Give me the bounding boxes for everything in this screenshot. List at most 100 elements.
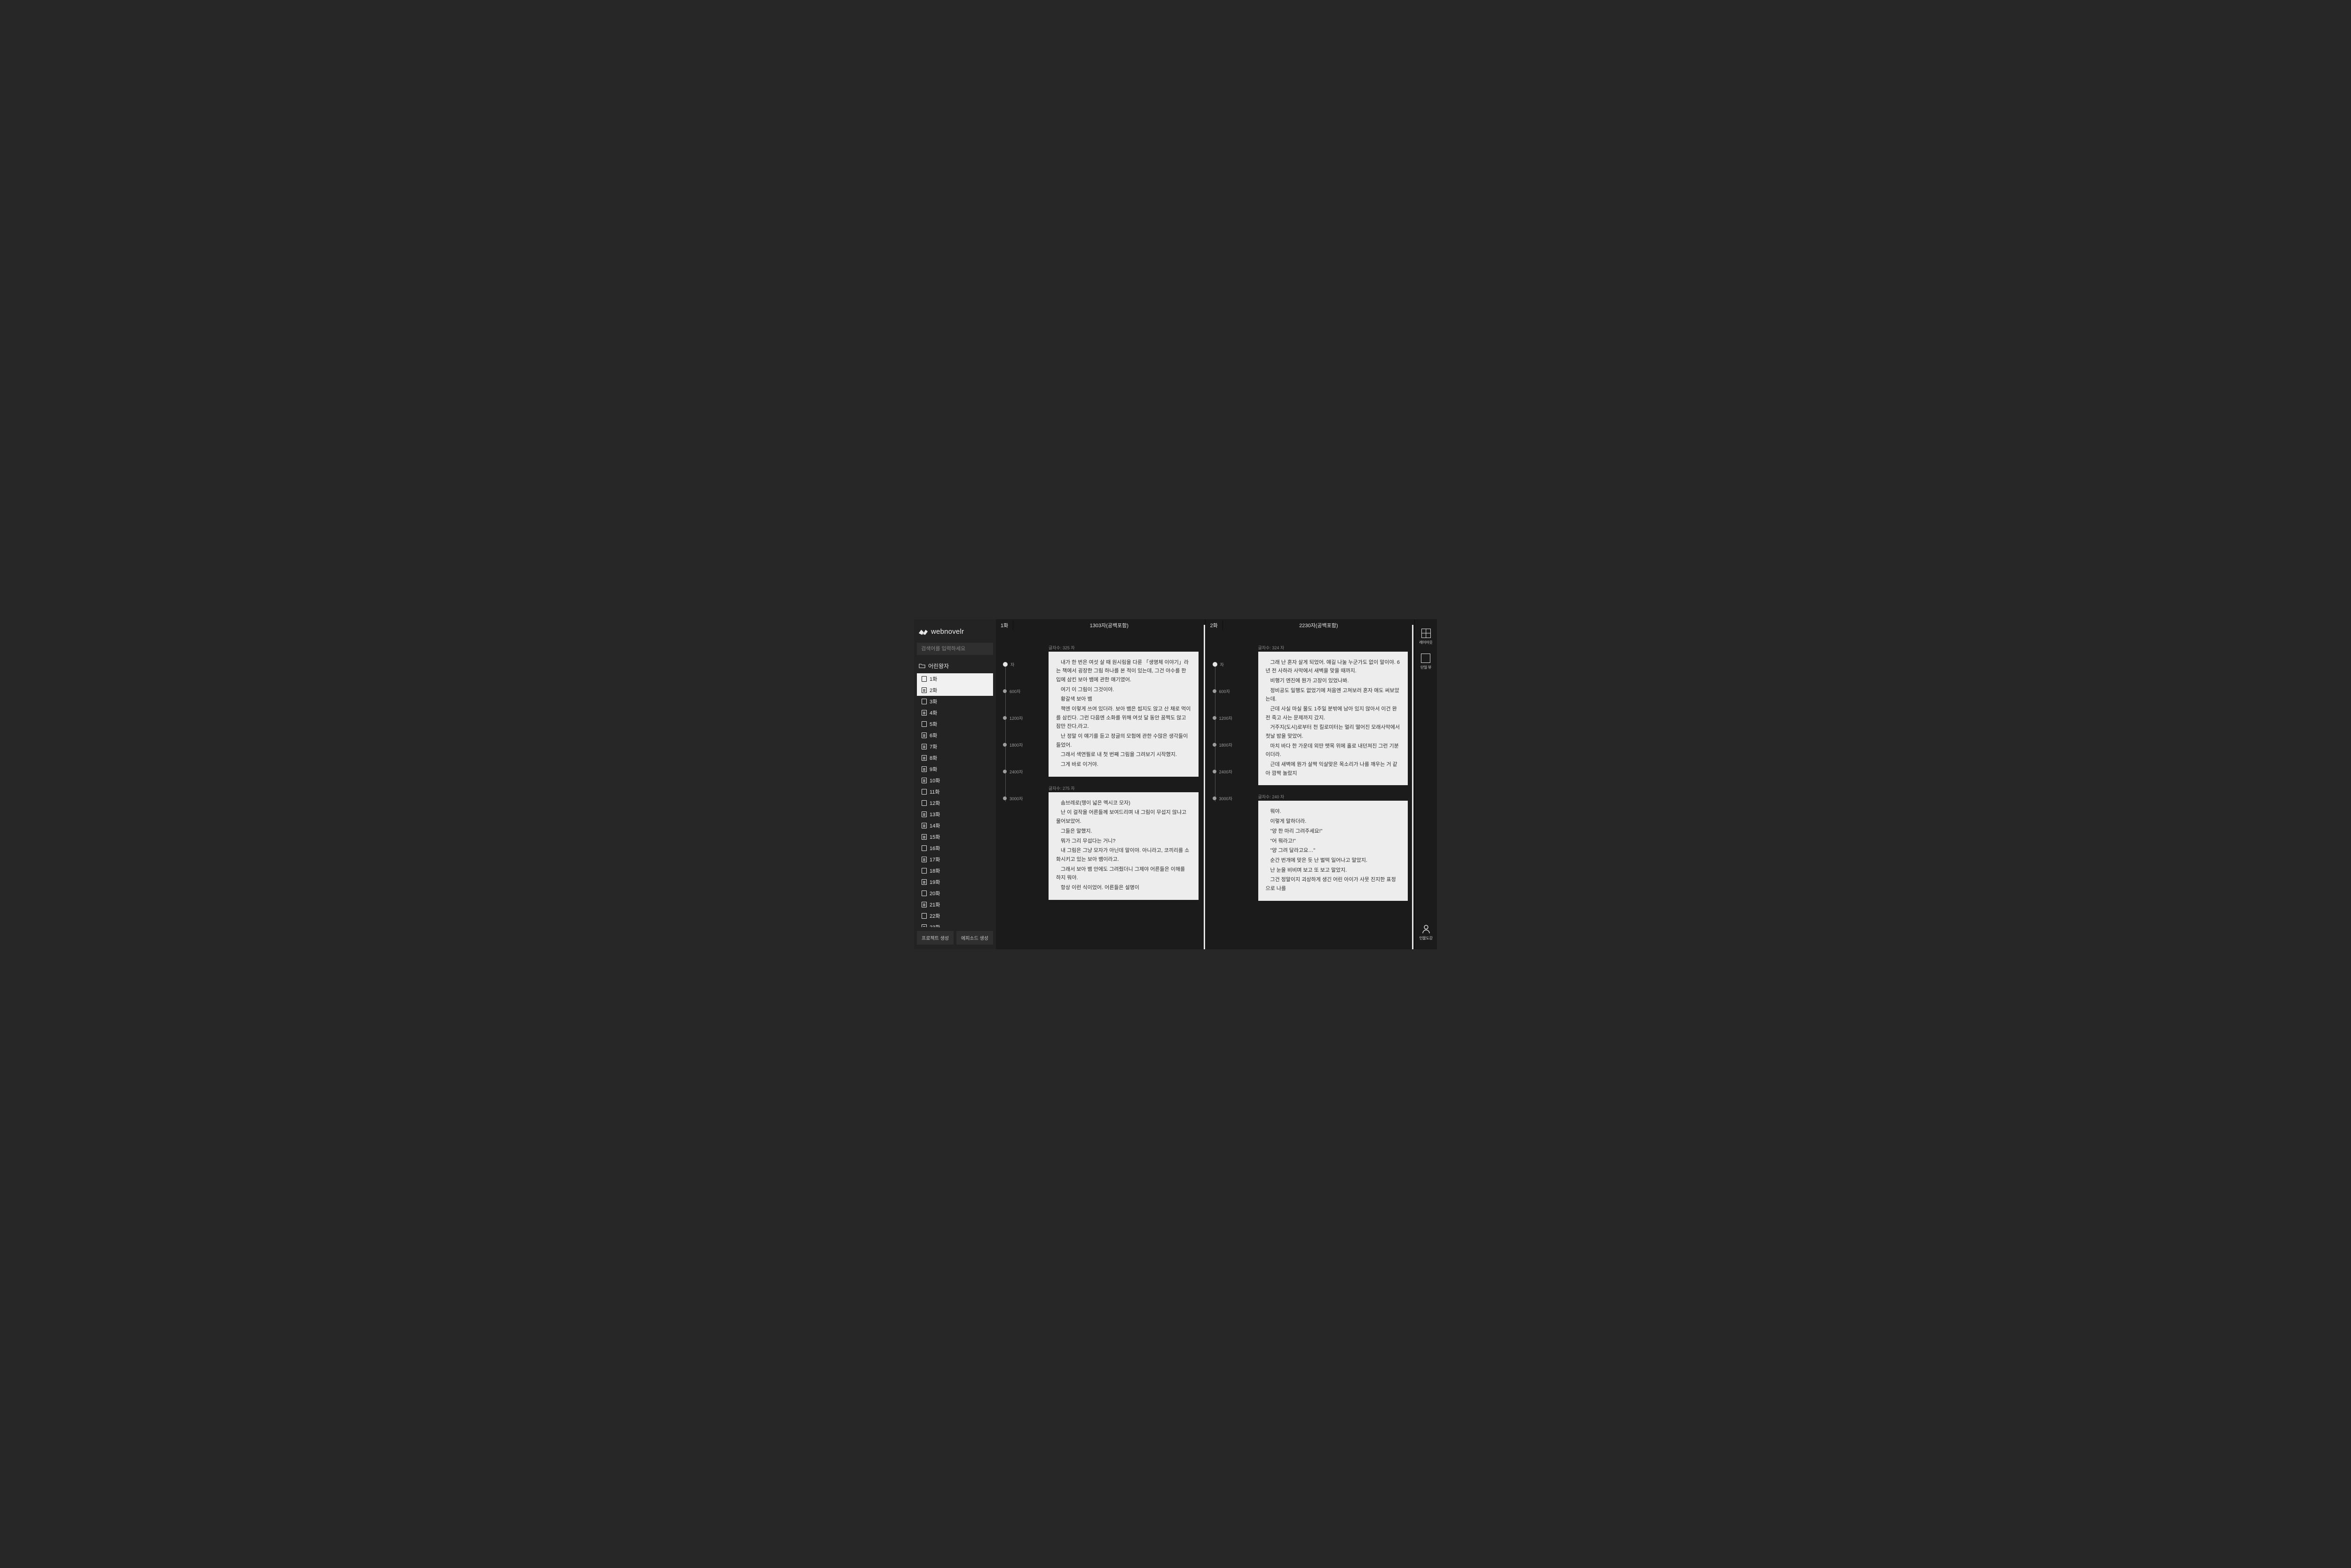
ruler-tick-label: 3000자 [1010, 796, 1023, 802]
card-paragraph: 난 정말 이 얘기를 듣고 정글의 모험에 관한 수많은 생각들이 들었어. [1056, 732, 1191, 749]
layout-button[interactable]: 레이아웃 [1419, 629, 1432, 645]
episode-item[interactable]: 14화 [917, 820, 993, 831]
card-paragraph: 난 눈을 비비며 보고 또 보고 말았지. [1266, 866, 1401, 875]
episode-item[interactable]: 22화 [917, 910, 993, 922]
text-card[interactable]: 솜브레로(챙이 넓은 멕시코 모자)난 이 걸작을 어른들께 보여드리며 내 그… [1049, 792, 1199, 900]
search-input[interactable] [917, 643, 993, 655]
ruler-tick-dot [1003, 743, 1007, 747]
episode-item[interactable]: 2화 [917, 685, 993, 696]
logo-icon [918, 628, 928, 636]
episode-item[interactable]: 12화 [917, 797, 993, 809]
episode-item[interactable]: 21화 [917, 899, 993, 910]
page-icon [922, 676, 927, 682]
card-paragraph: 그건 정말이지 괴상하게 생긴 어린 아이가 사뭇 진지한 표정으로 나를 [1266, 875, 1401, 893]
page-icon [922, 800, 927, 806]
ruler-tick-label: 600자 [1219, 688, 1230, 694]
ruler-tick: 자 [1003, 662, 1014, 668]
people-button[interactable]: 인물도감 [1419, 924, 1432, 941]
column-chip[interactable]: 2화 [1206, 621, 1223, 630]
episode-label: 11화 [930, 788, 940, 796]
card-paragraph: 책엔 이렇게 쓰여 있더라. 보아 뱀은 씹지도 않고 산 채로 먹이를 삼킨다… [1056, 705, 1191, 731]
right-rail: 레이아웃 단일 뷰 인물도감 [1414, 619, 1437, 949]
card-paragraph: 순간 번개에 맞은 듯 난 벌떡 일어나고 말았지. [1266, 856, 1401, 865]
create-episode-button[interactable]: 에피소드 생성 [956, 931, 993, 945]
ruler-tick-label: 1200자 [1219, 715, 1232, 721]
card-paragraph: 항상 이런 식이었어. 어른들은 설명이 [1056, 883, 1191, 892]
editor-columns: 1화1303자(공백포함) 자 600자 1200자 1800자 2400자 3000자 글자… [996, 619, 1414, 949]
episode-label: 10화 [930, 777, 940, 784]
episode-item[interactable]: 8화 [917, 752, 993, 764]
app-window: webnovelr 어린왕자 1화2화3화4화5화6화7화8화9화10화11화1… [914, 619, 1437, 949]
episode-item[interactable]: 7화 [917, 741, 993, 752]
ruler-tick-dot [1003, 770, 1007, 773]
project-title: 어린왕자 [928, 662, 949, 670]
page-icon [922, 845, 927, 851]
project-row[interactable]: 어린왕자 [917, 660, 993, 672]
ruler-tick: 1800자 [1213, 742, 1232, 748]
page-icon [922, 766, 927, 772]
card-paragraph: 비행기 엔진에 뭔가 고장이 있었나봐. [1266, 677, 1401, 686]
ruler-tick-dot [1003, 716, 1007, 720]
page-icon [922, 744, 927, 749]
column-header: 1화1303자(공백포함) [996, 619, 1205, 631]
ruler-tick: 2400자 [1213, 769, 1232, 775]
episode-item[interactable]: 23화 [917, 922, 993, 927]
card-paragraph: 뭐야. [1266, 807, 1401, 816]
card-paragraph: 그들은 말했지. [1056, 827, 1191, 836]
column-chip[interactable]: 1화 [996, 621, 1013, 630]
card-paragraph: 거주지(도시)로부터 천 킬로미터는 멀리 떨어진 모래사막에서 첫날 밤을 맞… [1266, 723, 1401, 741]
text-card[interactable]: 뭐야.이렇게 말하더라."양 한 마리 그려주세요!""어 뭐라고!""양 그려… [1258, 801, 1408, 900]
ruler-tick: 1200자 [1213, 715, 1232, 721]
ruler-tick-label: 1800자 [1010, 742, 1023, 748]
single-view-button[interactable]: 단일 뷰 [1420, 654, 1431, 670]
card-paragraph: "양 그려 달라고요…" [1266, 846, 1401, 855]
episode-label: 4화 [930, 709, 937, 717]
column-char-count: 1303자(공백포함) [1013, 621, 1205, 630]
episode-item[interactable]: 6화 [917, 730, 993, 741]
ruler-tick: 1800자 [1003, 742, 1023, 748]
episode-label: 19화 [930, 878, 940, 886]
ruler-tick-label: 1200자 [1010, 715, 1023, 721]
page-icon [922, 789, 927, 795]
scrollbar[interactable] [1412, 625, 1413, 949]
card-paragraph: 그래서 보아 뱀 안에도 그려줬더니 그제야 어른들은 이해를 하지 뭐야. [1056, 865, 1191, 882]
episode-label: 12화 [930, 799, 940, 807]
card-paragraph: "양 한 마리 그려주세요!" [1266, 827, 1401, 836]
episode-item[interactable]: 16화 [917, 843, 993, 854]
ruler-tick-label: 2400자 [1219, 769, 1232, 775]
episode-item[interactable]: 4화 [917, 707, 993, 718]
ruler-tick-label: 3000자 [1219, 796, 1232, 802]
episode-item[interactable]: 13화 [917, 809, 993, 820]
episode-item[interactable]: 10화 [917, 775, 993, 786]
episode-label: 18화 [930, 867, 940, 875]
episode-item[interactable]: 18화 [917, 865, 993, 876]
text-card[interactable]: 내가 한 번은 여섯 살 때 원시림을 다룬 「생명체 이야기」라는 책에서 굉… [1049, 652, 1199, 777]
episode-label: 9화 [930, 765, 937, 773]
episode-item[interactable]: 20화 [917, 888, 993, 899]
episode-item[interactable]: 5화 [917, 718, 993, 730]
page-icon [922, 823, 927, 828]
ruler-tick-dot [1213, 743, 1216, 747]
grid-layout-icon [1421, 629, 1431, 638]
card-paragraph: "어 뭐라고!" [1266, 837, 1401, 846]
episode-item[interactable]: 15화 [917, 831, 993, 843]
ruler-tick: 3000자 [1003, 796, 1023, 802]
card-char-count: 글자수: 275 자 [1049, 785, 1199, 791]
page-icon [922, 699, 927, 704]
create-project-button[interactable]: 프로젝트 생성 [917, 931, 954, 945]
logo: webnovelr [917, 628, 993, 636]
layout-label: 레이아웃 [1419, 640, 1432, 645]
episode-item[interactable]: 1화 [917, 673, 993, 685]
episode-item[interactable]: 3화 [917, 696, 993, 707]
text-card[interactable]: 그래 난 혼자 살게 되었어. 얘길 나눌 누군가도 없이 말이야. 6년 전 … [1258, 652, 1408, 786]
page-icon [922, 902, 927, 907]
episode-label: 2화 [930, 686, 937, 694]
page-icon [922, 812, 927, 817]
episode-item[interactable]: 9화 [917, 764, 993, 775]
card-paragraph: 근데 사실 마실 물도 1주일 분밖에 남아 있지 않아서 이건 완전 죽고 사… [1266, 705, 1401, 722]
episode-item[interactable]: 19화 [917, 876, 993, 888]
episode-item[interactable]: 17화 [917, 854, 993, 865]
episode-label: 13화 [930, 811, 940, 818]
ruler-tick-dot [1213, 716, 1216, 720]
episode-item[interactable]: 11화 [917, 786, 993, 797]
